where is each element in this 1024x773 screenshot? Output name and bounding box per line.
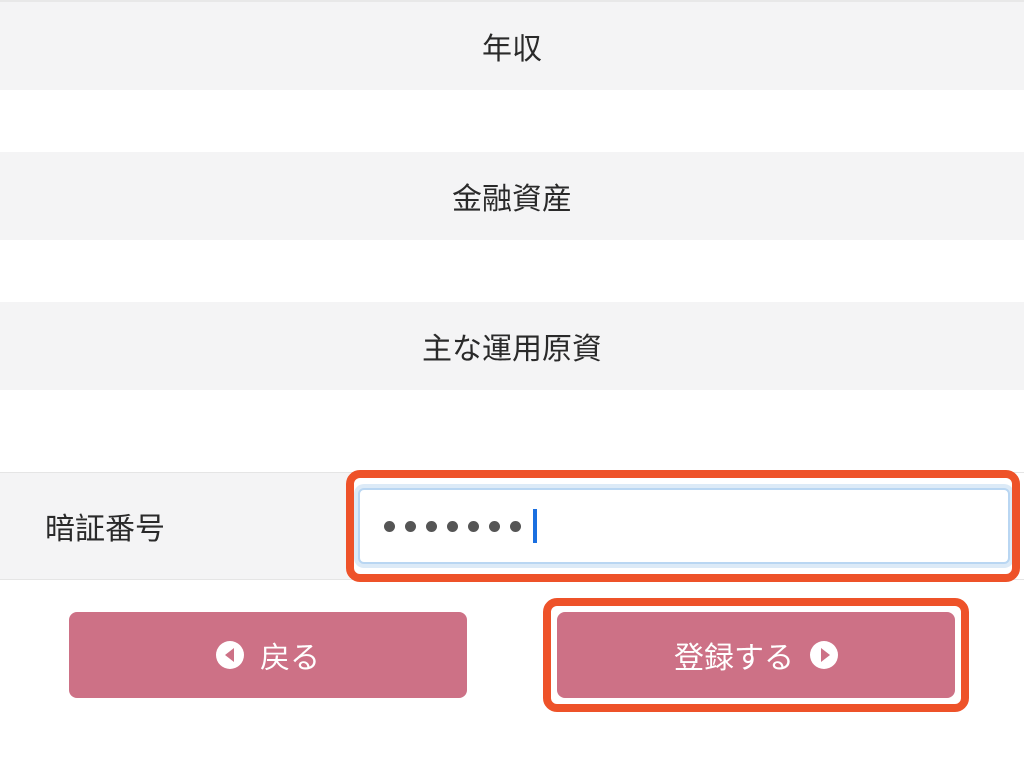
section-label: 主な運用原資 <box>422 333 602 366</box>
section-header-income: 年収 <box>0 2 1024 90</box>
pin-row: 暗証番号 <box>0 472 1024 580</box>
pin-input-cell <box>350 473 1024 579</box>
back-button-wrapper: 戻る <box>69 612 467 698</box>
section-gap <box>0 240 1024 302</box>
chevron-right-icon <box>810 641 838 669</box>
submit-button-wrapper: 登録する <box>557 612 955 698</box>
pin-input[interactable] <box>358 488 1010 564</box>
section-label: 金融資産 <box>452 183 572 216</box>
submit-button-label: 登録する <box>674 633 794 677</box>
section-header-assets: 金融資産 <box>0 152 1024 240</box>
submit-button[interactable]: 登録する <box>557 612 955 698</box>
section-gap <box>0 390 1024 472</box>
section-label: 年収 <box>482 33 542 66</box>
section-gap <box>0 90 1024 152</box>
pin-label: 暗証番号 <box>45 504 165 548</box>
pin-label-cell: 暗証番号 <box>0 473 350 579</box>
back-button[interactable]: 戻る <box>69 612 467 698</box>
section-header-funds: 主な運用原資 <box>0 302 1024 390</box>
chevron-left-icon <box>216 641 244 669</box>
back-button-label: 戻る <box>260 633 320 677</box>
button-row: 戻る 登録する <box>0 612 1024 698</box>
